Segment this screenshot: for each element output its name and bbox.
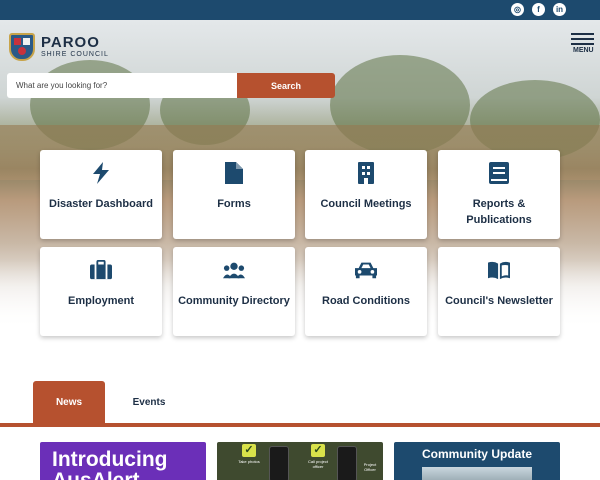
checkbox-icon: ✓ Take photos <box>238 444 260 464</box>
tile-label: Reports & Publications <box>466 198 532 226</box>
news-card-project[interactable]: ✓ Take photos ✓ Call project officer Pro… <box>217 442 383 480</box>
menu-label: MENU <box>573 47 594 54</box>
car-icon <box>355 259 377 281</box>
news-card-title-line2: AusAlert <box>52 470 140 480</box>
tile-label: Community Directory <box>178 295 290 307</box>
tile-label: Road Conditions <box>322 295 410 307</box>
tile-label: Employment <box>67 295 134 307</box>
people-icon <box>223 259 245 281</box>
phone-call-icon: Project Officer <box>359 448 381 478</box>
search-button[interactable]: Search <box>237 73 335 98</box>
news-card-image <box>422 467 532 480</box>
tile-label: Council Meetings <box>320 198 412 210</box>
tile-employment[interactable]: Employment <box>40 247 162 336</box>
search-input[interactable] <box>7 73 237 98</box>
tab-news[interactable]: News <box>33 381 105 423</box>
tile-reports-publications[interactable]: Reports & Publications <box>438 150 560 239</box>
tile-council-meetings[interactable]: Council Meetings <box>305 150 427 239</box>
lightning-icon <box>90 162 112 184</box>
phone-icon <box>337 446 357 480</box>
facebook-icon[interactable]: f <box>532 3 545 16</box>
caption: Take photos <box>238 459 260 464</box>
news-card-title: Community Update <box>421 447 532 461</box>
news-card-ausalert[interactable]: Introducing AusAlert <box>40 442 206 480</box>
linkedin-icon[interactable]: in <box>553 3 566 16</box>
tile-forms[interactable]: Forms <box>173 150 295 239</box>
tile-label: Council's Newsletter <box>445 295 553 307</box>
top-bar: ◎ f in <box>0 0 600 20</box>
tab-events[interactable]: Events <box>115 381 183 423</box>
hamburger-icon <box>571 33 594 35</box>
book-icon <box>488 162 510 184</box>
phone-icon <box>269 446 289 480</box>
tile-road-conditions[interactable]: Road Conditions <box>305 247 427 336</box>
news-card-community-update[interactable]: Community Update <box>394 442 560 480</box>
logo-title: PAROO <box>41 34 100 51</box>
tile-disaster-dashboard[interactable]: Disaster Dashboard <box>40 150 162 239</box>
tile-community-directory[interactable]: Community Directory <box>173 247 295 336</box>
instagram-icon[interactable]: ◎ <box>511 3 524 16</box>
briefcase-icon <box>90 259 112 281</box>
checkbox-icon: ✓ Call project officer <box>303 444 333 480</box>
caption: Call project officer <box>307 459 328 469</box>
council-logo[interactable]: PAROO SHIRE COUNCIL <box>9 33 109 61</box>
coat-of-arms-icon <box>9 33 35 61</box>
news-card-title: Introducing <box>52 448 168 471</box>
logo-subtitle: SHIRE COUNCIL <box>41 51 109 58</box>
tabs-divider <box>0 423 600 427</box>
tile-label: Forms <box>217 198 251 210</box>
caption: Project Officer <box>363 462 377 472</box>
open-book-icon <box>488 259 510 281</box>
tile-councils-newsletter[interactable]: Council's Newsletter <box>438 247 560 336</box>
tile-label: Disaster Dashboard <box>49 198 153 210</box>
document-icon <box>223 162 245 184</box>
building-icon <box>355 162 377 184</box>
